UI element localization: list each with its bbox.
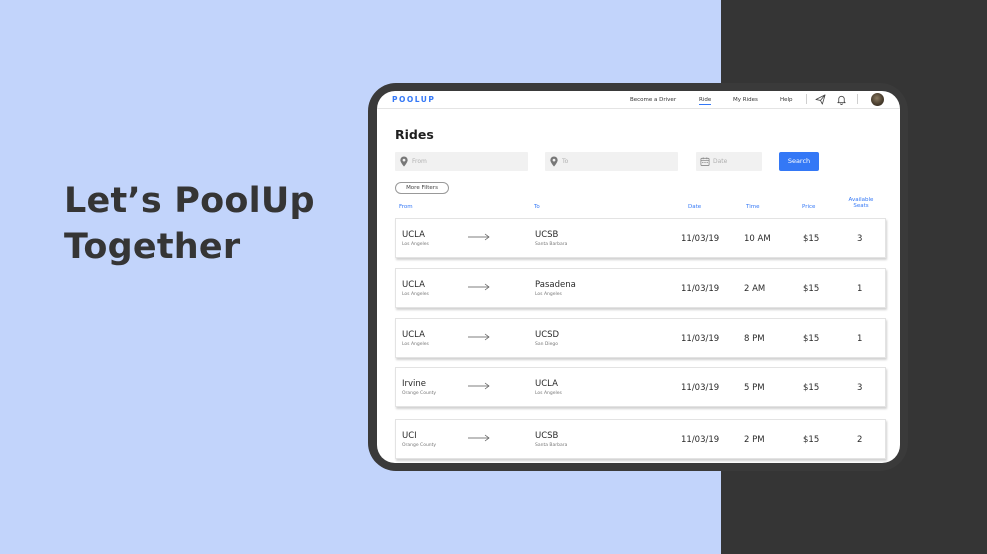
ride-date: 11/03/19 — [681, 234, 720, 244]
ride-row[interactable]: UCI Orange County UCSB Santa Barbara 11/03/1… — [395, 419, 886, 459]
nav-divider — [806, 94, 807, 104]
ride-date: 11/03/19 — [681, 435, 720, 445]
ride-seats: 1 — [857, 284, 863, 294]
column-header-time[interactable]: Time — [746, 204, 759, 210]
ride-date: 11/03/19 — [681, 334, 720, 344]
arrow-right-icon — [468, 434, 490, 442]
arrow-right-icon — [468, 283, 490, 291]
ride-row[interactable]: UCLA Los Angeles UCSD San Diego 11/03/19 8 PM… — [395, 318, 886, 358]
search-button[interactable]: Search — [779, 152, 819, 171]
ride-from-region: Los Angeles — [402, 342, 429, 347]
ride-time: 2 PM — [744, 435, 765, 445]
nav-become-driver[interactable]: Become a Driver — [630, 97, 676, 103]
arrow-right-icon — [468, 333, 490, 341]
nav-my-rides[interactable]: My Rides — [733, 97, 758, 103]
column-header-date[interactable]: Date — [688, 204, 701, 210]
ride-to-city: UCSD — [535, 330, 560, 340]
app-screen: POOLUP Become a Driver Ride My Rides Hel… — [377, 91, 900, 463]
column-header-from[interactable]: From — [399, 204, 413, 210]
ride-seats: 3 — [857, 383, 863, 393]
ride-time: 5 PM — [744, 383, 765, 393]
column-header-seats[interactable]: Available Seats — [839, 197, 883, 209]
to-placeholder: To — [562, 158, 569, 165]
ride-to-region: Santa Barbara — [535, 443, 568, 448]
location-pin-icon — [550, 156, 558, 167]
ride-seats: 3 — [857, 234, 863, 244]
ride-price: $15 — [803, 234, 820, 244]
from-field[interactable]: From — [395, 152, 528, 171]
ride-from-city: UCI — [402, 431, 417, 441]
ride-date: 11/03/19 — [681, 383, 720, 393]
bell-icon[interactable] — [836, 94, 847, 105]
headline-line-1: Let’s PoolUp — [64, 181, 315, 221]
ride-to-city: UCSB — [535, 431, 559, 441]
ride-row[interactable]: UCLA Los Angeles Pasadena Los Angeles 11/03/… — [395, 268, 886, 308]
location-pin-icon — [400, 156, 408, 167]
ride-to-region: Los Angeles — [535, 391, 562, 396]
ride-to-city: Pasadena — [535, 280, 576, 290]
page-title: Rides — [395, 127, 434, 142]
ride-to-region: Santa Barbara — [535, 242, 568, 247]
ride-seats: 1 — [857, 334, 863, 344]
more-filters-button[interactable]: More Filters — [395, 182, 449, 194]
to-field[interactable]: To — [545, 152, 678, 171]
app-logo[interactable]: POOLUP — [392, 95, 435, 104]
ride-from-region: Los Angeles — [402, 292, 429, 297]
ride-from-city: Irvine — [402, 379, 427, 389]
ride-from-city: UCLA — [402, 230, 425, 240]
column-header-seats-line2: Seats — [853, 203, 869, 209]
ride-price: $15 — [803, 334, 820, 344]
top-navbar: POOLUP Become a Driver Ride My Rides Hel… — [377, 91, 900, 109]
nav-help[interactable]: Help — [780, 97, 793, 103]
ride-row[interactable]: UCLA Los Angeles UCSB Santa Barbara 11/03/19… — [395, 218, 886, 258]
send-icon[interactable] — [815, 94, 826, 105]
headline-line-2: Together — [64, 227, 241, 267]
arrow-right-icon — [468, 382, 490, 390]
ride-price: $15 — [803, 435, 820, 445]
ride-row[interactable]: Irvine Orange County UCLA Los Angeles 11/03/… — [395, 367, 886, 407]
ride-from-region: Orange County — [402, 391, 437, 396]
hero-headline: Let’s PoolUp Together — [64, 178, 315, 270]
arrow-right-icon — [468, 233, 490, 241]
nav-divider — [857, 94, 858, 104]
ride-from-region: Orange County — [402, 443, 437, 448]
ride-date: 11/03/19 — [681, 284, 720, 294]
ride-seats: 2 — [857, 435, 863, 445]
ride-to-city: UCSB — [535, 230, 559, 240]
date-field[interactable]: Date — [696, 152, 762, 171]
ride-price: $15 — [803, 284, 820, 294]
ride-to-city: UCLA — [535, 379, 558, 389]
ride-to-region: Los Angeles — [535, 292, 562, 297]
column-header-price[interactable]: Price — [802, 204, 815, 210]
ride-time: 10 AM — [744, 234, 771, 244]
calendar-icon — [700, 157, 710, 166]
ride-price: $15 — [803, 383, 820, 393]
ride-from-city: UCLA — [402, 330, 425, 340]
ride-time: 8 PM — [744, 334, 765, 344]
ride-time: 2 AM — [744, 284, 766, 294]
date-placeholder: Date — [713, 158, 728, 165]
column-header-to[interactable]: To — [534, 204, 540, 210]
nav-ride[interactable]: Ride — [699, 97, 712, 105]
tablet-frame: POOLUP Become a Driver Ride My Rides Hel… — [368, 83, 908, 471]
ride-from-city: UCLA — [402, 280, 425, 290]
from-placeholder: From — [412, 158, 427, 165]
user-avatar[interactable] — [871, 93, 884, 106]
ride-from-region: Los Angeles — [402, 242, 429, 247]
ride-to-region: San Diego — [535, 342, 558, 347]
